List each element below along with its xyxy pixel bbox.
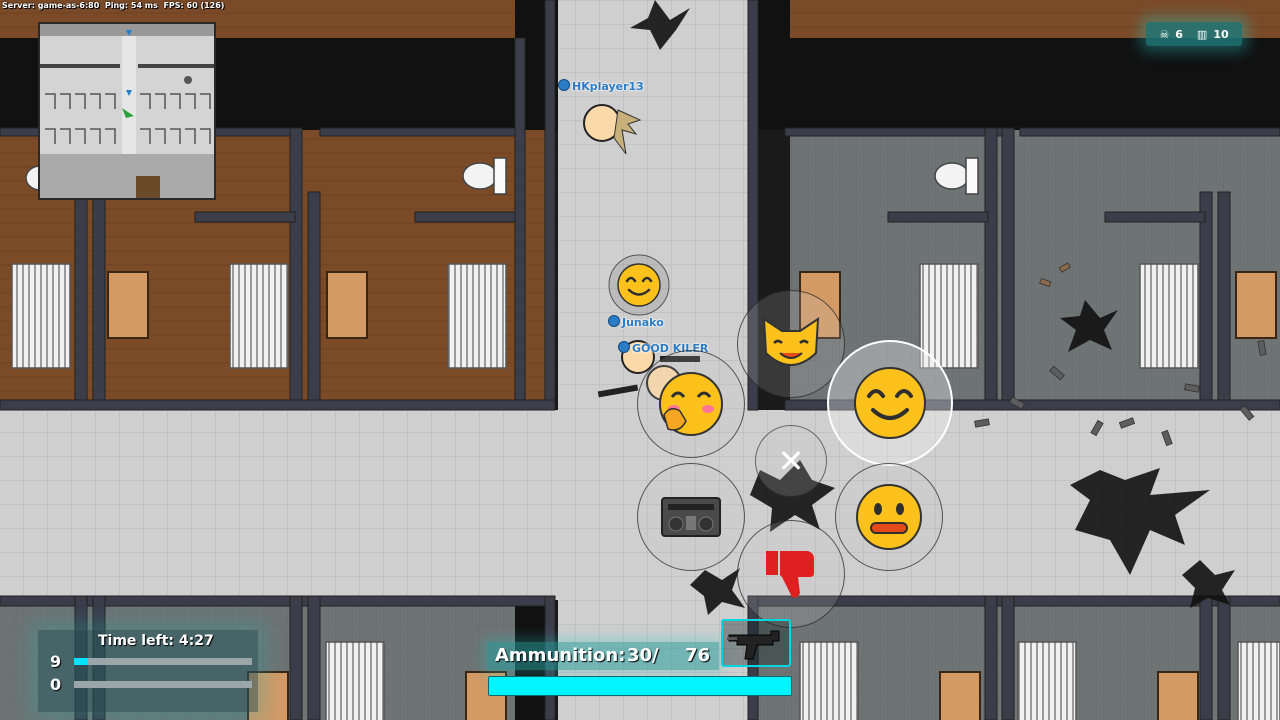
skull-icon: ☠: [1159, 27, 1170, 41]
team-1-progress-bar: [74, 658, 252, 665]
cat-face-icon: [762, 317, 820, 366]
player-name-tag: Junako: [608, 315, 664, 329]
game-viewport[interactable]: Server: game-as-6:80 Ping: 54 ms FPS: 60…: [0, 0, 1280, 720]
players-count: 10: [1213, 27, 1229, 41]
kills-count: 6: [1175, 27, 1183, 41]
weapon-slot[interactable]: [721, 619, 791, 667]
team-1-score: 9: [50, 652, 62, 671]
players-icon: ▥: [1196, 27, 1208, 41]
team-dot-icon: [558, 79, 570, 91]
shy-blush-emote-button[interactable]: [637, 350, 745, 458]
team-dot-icon: [618, 341, 630, 353]
team-1-progress-fill: [74, 658, 89, 665]
kills-counter: ☠ 6 ▥ 10: [1146, 22, 1242, 46]
boombox-icon: [661, 497, 721, 537]
close-emote-wheel-button[interactable]: ✕: [755, 425, 827, 497]
time-left: Time left: 4:27: [98, 633, 214, 649]
server-info: Server: game-as-6:80 Ping: 54 ms FPS: 60…: [2, 1, 225, 10]
ammo-clip: 30/: [627, 645, 659, 666]
team-dot-icon: [608, 315, 620, 327]
close-icon: ✕: [777, 442, 805, 480]
thumbs-down-icon: [766, 551, 814, 598]
smile-emote-icon: [617, 263, 661, 307]
minimap-map: [40, 24, 214, 198]
thumbs-down-emote-button[interactable]: [737, 520, 845, 628]
team-2-progress-bar: [74, 681, 252, 688]
ammo-bar: [488, 676, 792, 696]
team-2-score: 0: [50, 675, 62, 694]
neutral-face-emote-button[interactable]: [835, 463, 943, 571]
ammunition-panel: Ammunition: 30/ 76: [487, 642, 719, 670]
smg-weapon-icon: [727, 630, 780, 660]
cat-face-emote-button[interactable]: [737, 290, 845, 398]
player-name-tag: HKplayer13: [558, 79, 644, 93]
ammo-reserve: 76: [685, 645, 711, 666]
smile-emote-button[interactable]: [827, 340, 953, 466]
ammunition-label: Ammunition:: [495, 645, 626, 666]
match-timer-panel: Time left: 4:27 9 0: [38, 630, 258, 712]
smile-icon: [854, 367, 926, 439]
neutral-face-icon: [856, 484, 922, 550]
boombox-emote-button[interactable]: [637, 463, 745, 571]
minimap[interactable]: [38, 22, 216, 200]
shy-blush-icon: [659, 372, 723, 436]
